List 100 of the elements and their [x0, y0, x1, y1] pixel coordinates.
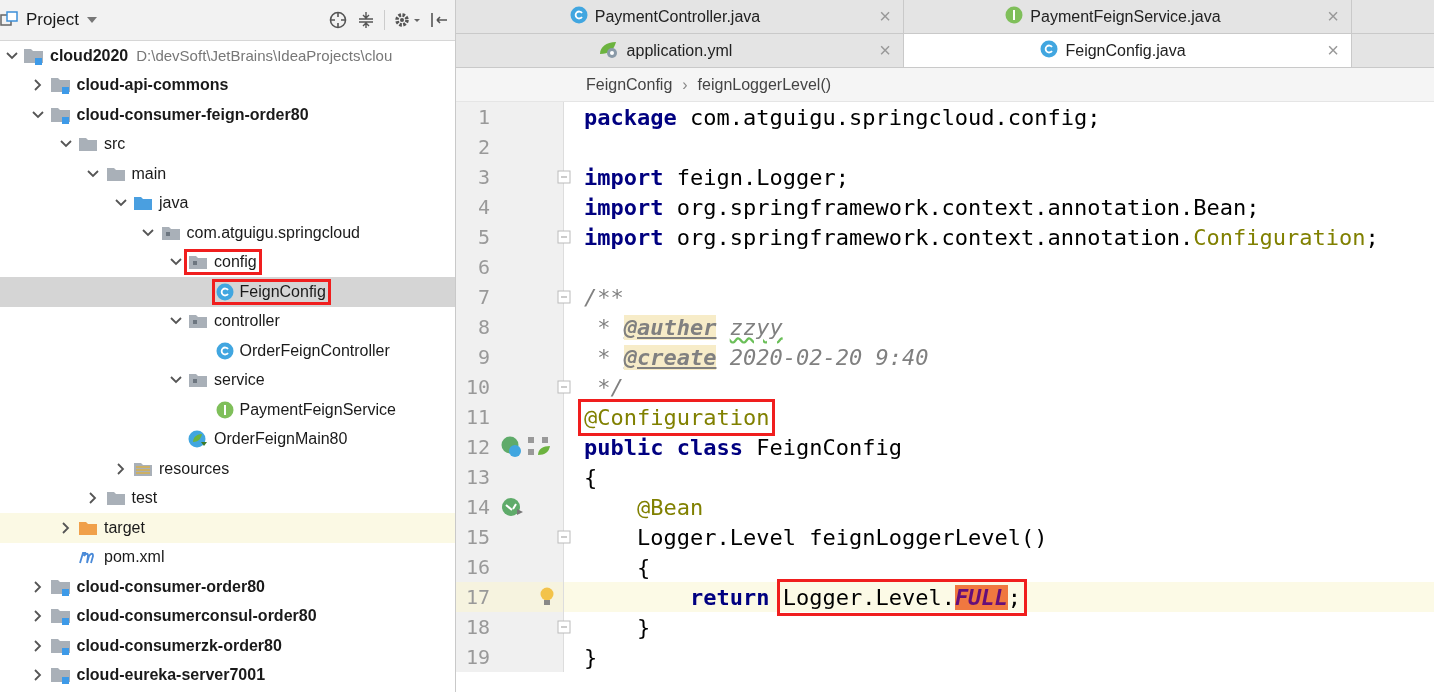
tree-item-label: src [103, 134, 127, 155]
tree-row[interactable]: OrderFeignController [0, 336, 455, 366]
code-text: FULL [954, 584, 1008, 610]
collapsed-chevron-icon[interactable] [89, 492, 97, 505]
tree-row[interactable]: cloud-consumerzk-order80 [0, 631, 455, 661]
breadcrumb-item[interactable]: FeignConfig [586, 75, 673, 94]
expanded-chevron-icon[interactable] [59, 140, 72, 149]
tree-row[interactable]: OrderFeignMain80 [0, 424, 455, 454]
expanded-chevron-icon[interactable] [87, 169, 99, 178]
settings-icon[interactable] [393, 10, 421, 30]
collapsed-chevron-icon[interactable] [61, 521, 70, 534]
fold-marker-icon[interactable] [557, 290, 571, 304]
code-text: 2020-02-20 9:40 [728, 344, 929, 370]
tree-row[interactable]: java [0, 188, 455, 218]
module-folder-icon [49, 75, 72, 96]
line-number: 18 [464, 615, 490, 639]
tree-row[interactable]: pom.xml [0, 542, 455, 572]
editor-tab[interactable]: PaymentFeignService.java × [904, 0, 1352, 33]
collapsed-chevron-icon[interactable] [34, 610, 42, 623]
line-number: 7 [476, 285, 490, 309]
breadcrumb-item[interactable]: feignLoggerLevel() [697, 75, 832, 94]
code-text: ; [1365, 224, 1379, 250]
collapsed-chevron-icon[interactable] [34, 580, 42, 593]
expanded-chevron-icon[interactable] [169, 258, 182, 267]
code-text: FeignConfig [756, 434, 902, 460]
expanded-chevron-icon[interactable] [169, 317, 182, 326]
tree-row[interactable]: test [0, 483, 455, 513]
main-class-icon [187, 429, 209, 450]
fold-marker-icon[interactable] [557, 230, 571, 244]
line-number: 10 [464, 375, 490, 399]
code-text: Logger.Level feignLoggerLevel() [635, 524, 1048, 550]
locate-icon[interactable] [328, 10, 348, 30]
fold-marker-icon[interactable] [557, 170, 571, 184]
tree-item-label: cloud-consumer-feign-order80 [75, 104, 310, 125]
editor-tab[interactable]: FeignConfig.java × [904, 34, 1352, 67]
code-text: @auther [623, 314, 717, 340]
tree-row[interactable]: config [0, 247, 455, 277]
collapsed-chevron-icon[interactable] [34, 669, 42, 682]
tree-item-label: cloud-eureka-server7001 [75, 665, 267, 686]
code-text: return [688, 584, 771, 610]
code-text: } [635, 614, 651, 640]
code-text: @create [623, 344, 717, 370]
line-number: 5 [476, 225, 490, 249]
tree-row[interactable]: cloud-eureka-server7001 [0, 660, 455, 690]
expanded-chevron-icon[interactable] [169, 376, 182, 385]
tree-item-label: main [130, 163, 168, 184]
line-number: 13 [464, 465, 490, 489]
class-icon [214, 281, 235, 302]
tree-item-label: java [157, 193, 190, 214]
tree-row[interactable]: cloud-consumerconsul-order80 [0, 601, 455, 631]
tree-item-label: PaymentFeignService [238, 399, 397, 420]
expanded-chevron-icon[interactable] [32, 110, 44, 119]
tree-row[interactable]: FeignConfig [0, 277, 455, 307]
collapsed-chevron-icon[interactable] [116, 462, 125, 475]
expanded-chevron-icon[interactable] [114, 199, 127, 208]
expanded-chevron-icon[interactable] [5, 51, 18, 60]
line-number: 3 [476, 165, 490, 189]
tree-item-label: config [213, 252, 258, 273]
tree-row[interactable]: cloud2020 D:\devSoft\JetBrains\IdeaProjects\clou [0, 41, 455, 71]
bulb-icon[interactable] [538, 586, 556, 608]
line-number: 4 [476, 195, 490, 219]
tree-row[interactable]: main [0, 159, 455, 189]
project-path: D:\devSoft\JetBrains\IdeaProjects\clou [136, 47, 393, 65]
dropdown-caret-icon[interactable] [86, 17, 97, 23]
class-icon [214, 340, 235, 361]
line-number: 17 [464, 585, 490, 609]
tree-row[interactable]: PaymentFeignService [0, 395, 455, 425]
tree-item-label: FeignConfig [238, 281, 327, 302]
tree-row[interactable]: service [0, 365, 455, 395]
collapse-icon[interactable] [356, 10, 376, 30]
fold-marker-icon[interactable] [557, 380, 571, 394]
module-folder-icon [49, 665, 72, 686]
editor-tab[interactable]: PaymentController.java × [456, 0, 904, 33]
line-number: 1 [476, 105, 490, 129]
tree-row[interactable]: cloud-consumer-feign-order80 [0, 100, 455, 130]
fold-marker-icon[interactable] [557, 530, 571, 544]
expanded-chevron-icon[interactable] [142, 228, 154, 237]
tree-row[interactable]: com.atguigu.springcloud [0, 218, 455, 248]
tree-item-label: OrderFeignMain80 [213, 429, 349, 450]
tree-row[interactable]: controller [0, 306, 455, 336]
tree-item-label: cloud-api-commons [75, 75, 230, 96]
line-number: 15 [464, 525, 490, 549]
hide-panel-icon[interactable] [429, 10, 449, 30]
code-text: com.atguigu.springcloud.config; [689, 104, 1101, 130]
fold-marker-icon[interactable] [557, 620, 571, 634]
tree-row[interactable]: src [0, 129, 455, 159]
panel-title[interactable]: Project [26, 10, 79, 30]
tree-item-label: target [103, 517, 146, 538]
tree-row[interactable]: cloud-api-commons [0, 70, 455, 100]
line-number: 9 [476, 345, 490, 369]
tree-item-label: pom.xml [103, 547, 166, 568]
tree-row[interactable]: resources [0, 454, 455, 484]
tree-row[interactable]: target [0, 513, 455, 543]
code-text: ; [1007, 584, 1022, 610]
tree-item-label: controller [213, 311, 281, 332]
collapsed-chevron-icon[interactable] [34, 639, 42, 652]
line-number: 2 [476, 135, 490, 159]
code-text: @Configuration [584, 404, 770, 430]
tree-row[interactable]: cloud-consumer-order80 [0, 572, 455, 602]
collapsed-chevron-icon[interactable] [34, 79, 42, 92]
